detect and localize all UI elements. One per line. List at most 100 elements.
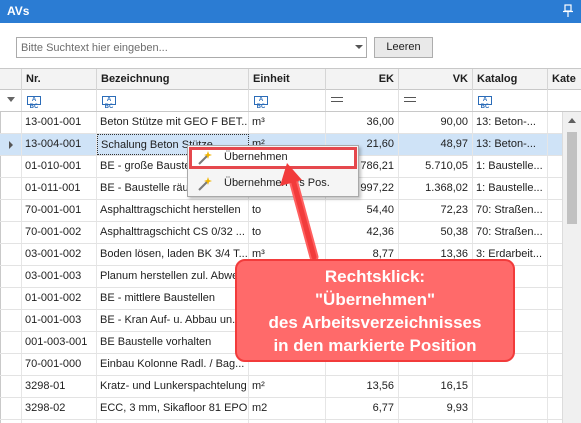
menu-item-uebernehmen[interactable]: Übernehmen	[189, 147, 357, 169]
cell-katalog[interactable]: 70: Straßen...	[473, 200, 548, 221]
row-indicator[interactable]	[0, 376, 22, 397]
filter-cell-nr[interactable]: A BC	[22, 90, 97, 111]
column-header-katalog[interactable]: Katalog	[473, 69, 548, 90]
cell-katalog[interactable]	[473, 376, 548, 397]
table-row[interactable]: 3298-01 Kratz- und Lunkerspachtelung m² 13,…	[0, 376, 562, 398]
cell-nr[interactable]: 03-001-003	[22, 266, 97, 287]
cell-katalog[interactable]	[473, 398, 548, 419]
cell-nr[interactable]: 70-001-001	[22, 200, 97, 221]
cell-vk[interactable]: 50,38	[399, 222, 473, 243]
cell-nr[interactable]: 3298-01	[22, 376, 97, 397]
row-indicator[interactable]	[0, 222, 22, 243]
cell-einheit[interactable]: m³	[249, 112, 326, 133]
cell-katalog[interactable]: 1: Baustelle...	[473, 156, 548, 177]
scrollbar-thumb[interactable]	[567, 132, 577, 224]
row-indicator[interactable]	[0, 354, 22, 375]
column-header-kategorie[interactable]: Kate	[548, 69, 581, 90]
column-header-bezeichnung[interactable]: Bezeichnung	[97, 69, 249, 90]
filter-cell-indicator[interactable]	[0, 90, 22, 111]
row-indicator[interactable]	[0, 310, 22, 331]
clear-button[interactable]: Leeren	[374, 37, 433, 58]
filter-cell-ek[interactable]	[326, 90, 399, 111]
cell-einheit[interactable]: to	[249, 200, 326, 221]
cell-vk[interactable]: 16,15	[399, 376, 473, 397]
cell-katalog[interactable]: 13: Beton-...	[473, 112, 548, 133]
cell-nr[interactable]: 001-003-001	[22, 332, 97, 353]
cell-nr[interactable]: 70-001-002	[22, 222, 97, 243]
filter-cell-einheit[interactable]: A BC	[249, 90, 326, 111]
current-row-arrow-icon	[9, 141, 13, 149]
cell-bezeichnung[interactable]: BE - Kran Auf- u. Abbau un...	[97, 310, 249, 331]
cell-einheit[interactable]: to	[249, 222, 326, 243]
cell-vk[interactable]: 9,93	[399, 398, 473, 419]
cell-nr[interactable]: 13-004-001	[22, 134, 97, 155]
cell-nr[interactable]: 01-001-002	[22, 288, 97, 309]
abc-filter-icon: A BC	[27, 96, 41, 110]
column-header-nr[interactable]: Nr.	[22, 69, 97, 90]
cell-katalog[interactable]: 1: Baustelle...	[473, 178, 548, 199]
cell-einheit[interactable]: m²	[249, 376, 326, 397]
cell-ek[interactable]: 36,00	[326, 112, 399, 133]
cell-ek[interactable]: 6,77	[326, 398, 399, 419]
cell-bezeichnung[interactable]: Planum herstellen zul. Abwei...	[97, 266, 249, 287]
cell-vk[interactable]: 1.368,02	[399, 178, 473, 199]
cell-vk[interactable]: 90,00	[399, 112, 473, 133]
search-input[interactable]: Bitte Suchtext hier eingeben...	[16, 37, 367, 58]
row-indicator[interactable]	[0, 266, 22, 287]
cell-bezeichnung[interactable]: Einbau Kolonne Radl. / Bag...	[97, 354, 249, 375]
pin-icon[interactable]	[563, 4, 573, 18]
scroll-up-icon[interactable]	[568, 118, 576, 123]
cell-ek[interactable]: 13,56	[326, 376, 399, 397]
cell-nr[interactable]: 01-011-001	[22, 178, 97, 199]
filter-cell-katalog[interactable]: A BC	[473, 90, 548, 111]
cell-vk[interactable]: 72,23	[399, 200, 473, 221]
cell-nr[interactable]: 01-010-001	[22, 156, 97, 177]
cell-nr[interactable]: 70-001-000	[22, 354, 97, 375]
row-indicator[interactable]	[0, 112, 22, 133]
cell-ek[interactable]: 54,40	[326, 200, 399, 221]
cell-katalog[interactable]: 70: Straßen...	[473, 222, 548, 243]
chevron-down-icon[interactable]	[355, 45, 363, 49]
menu-item-label: Übernehmen als Pos.	[224, 177, 330, 189]
cell-katalog[interactable]: 13: Beton-...	[473, 134, 548, 155]
filter-cell-vk[interactable]	[399, 90, 473, 111]
row-indicator[interactable]	[0, 288, 22, 309]
cell-bezeichnung[interactable]: BE - mittlere Baustellen	[97, 288, 249, 309]
vertical-scrollbar[interactable]	[562, 112, 581, 423]
column-header-vk[interactable]: VK	[399, 69, 473, 90]
cell-bezeichnung[interactable]: Boden lösen, laden BK 3/4 T...	[97, 244, 249, 265]
cell-bezeichnung[interactable]: Asphalttragschicht CS 0/32 ...	[97, 222, 249, 243]
callout-line-1: Rechtsklick:	[324, 267, 426, 286]
panel-title: AVs	[7, 4, 30, 18]
menu-item-uebernehmen-als-pos[interactable]: Übernehmen als Pos.	[189, 173, 357, 195]
row-indicator-header	[0, 69, 22, 90]
table-row[interactable]: 70-001-001 Asphalttragschicht herstellen t…	[0, 200, 562, 222]
cell-bezeichnung[interactable]: BE Baustelle vorhalten	[97, 332, 249, 353]
row-indicator[interactable]	[0, 332, 22, 353]
cell-einheit[interactable]: m2	[249, 398, 326, 419]
cell-bezeichnung[interactable]: ECC, 3 mm, Sikafloor 81 EPO...	[97, 398, 249, 419]
row-indicator[interactable]	[0, 200, 22, 221]
cell-vk[interactable]: 48,97	[399, 134, 473, 155]
table-row[interactable]: 70-001-002 Asphalttragschicht CS 0/32 ...…	[0, 222, 562, 244]
column-header-ek[interactable]: EK	[326, 69, 399, 90]
row-indicator[interactable]	[0, 134, 22, 155]
row-indicator[interactable]	[0, 398, 22, 419]
cell-bezeichnung[interactable]: Kratz- und Lunkerspachtelung	[97, 376, 249, 397]
table-row[interactable]: 13-001-001 Beton Stütze mit GEO F BET... m…	[0, 112, 562, 134]
row-indicator[interactable]	[0, 156, 22, 177]
cell-nr[interactable]: 01-001-003	[22, 310, 97, 331]
cell-nr[interactable]: 13-001-001	[22, 112, 97, 133]
cell-bezeichnung[interactable]: Beton Stütze mit GEO F BET...	[97, 112, 249, 133]
cell-bezeichnung[interactable]: Asphalttragschicht herstellen	[97, 200, 249, 221]
row-indicator[interactable]	[0, 178, 22, 199]
filter-cell-bezeichnung[interactable]: A BC	[97, 90, 249, 111]
cell-nr[interactable]: 3298-02	[22, 398, 97, 419]
cell-nr[interactable]: 03-001-002	[22, 244, 97, 265]
row-indicator[interactable]	[0, 244, 22, 265]
table-row[interactable]: 3298-02 ECC, 3 mm, Sikafloor 81 EPO... m2 6…	[0, 398, 562, 420]
cell-vk[interactable]: 5.710,05	[399, 156, 473, 177]
annotation-callout: Rechtsklick: "Übernehmen" des Arbeitsver…	[235, 259, 515, 362]
cell-ek[interactable]: 42,36	[326, 222, 399, 243]
column-header-einheit[interactable]: Einheit	[249, 69, 326, 90]
